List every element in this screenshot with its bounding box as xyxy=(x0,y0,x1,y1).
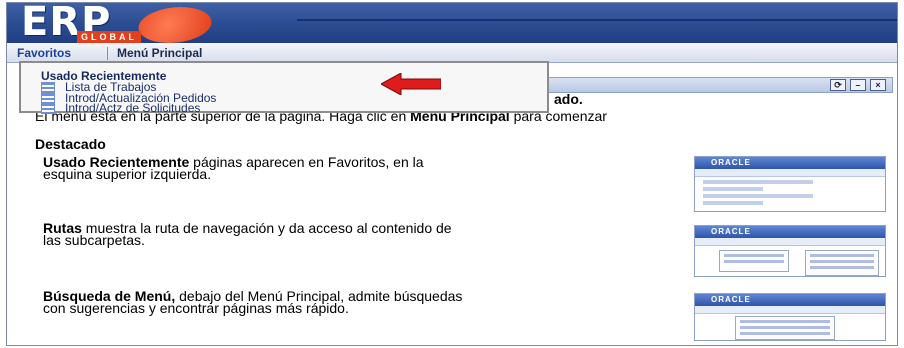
logo-swoosh xyxy=(133,7,217,43)
main-menu-label: Menú Principal xyxy=(117,46,203,60)
close-icon[interactable]: × xyxy=(870,79,886,91)
thumbnail-line xyxy=(703,180,813,184)
thumbnail-menu-bar xyxy=(695,306,885,314)
feature-menu-search: Búsqueda de Menú, debajo del Menú Princi… xyxy=(43,289,473,315)
thumbnail-line xyxy=(703,187,763,191)
featured-heading: Destacado xyxy=(35,136,106,152)
menu-separator xyxy=(107,47,108,60)
thumbnail-line xyxy=(740,320,830,323)
thumbnail-brand: ORACLE xyxy=(695,294,885,306)
header-divider xyxy=(297,19,897,21)
thumbnail-popup xyxy=(735,316,835,340)
feature-description: muestra la ruta de navegación y da acces… xyxy=(43,220,452,248)
thumbnail-line xyxy=(740,332,830,335)
thumbnail-line xyxy=(810,266,874,269)
favorite-item-label: Introd/Actz de Solicitudes xyxy=(65,101,201,115)
thumbnail-line xyxy=(724,260,784,263)
erp-global-logo[interactable]: ERP GLOBAL xyxy=(21,3,217,45)
favorite-item-requisitions[interactable]: Introd/Actz de Solicitudes xyxy=(41,101,200,115)
thumbnail-popup xyxy=(719,250,789,272)
thumbnail-popup xyxy=(805,250,879,276)
pagelet-controls: ⟳ – × xyxy=(830,79,886,91)
thumbnail-line xyxy=(703,194,813,198)
feature-recently-used: Usado Recientemente páginas aparecen en … xyxy=(43,155,473,181)
document-icon xyxy=(41,102,55,114)
welcome-heading: ado. xyxy=(554,91,583,107)
menu-bar: Favoritos Menú Principal xyxy=(7,43,897,65)
thumbnail-brand: ORACLE xyxy=(695,157,885,169)
minimize-icon[interactable]: – xyxy=(850,79,866,91)
thumbnail-menu-search: ORACLE xyxy=(694,293,886,341)
app-header: ERP GLOBAL xyxy=(7,3,897,45)
thumbnail-brand: ORACLE xyxy=(695,226,885,238)
red-arrow-icon xyxy=(381,73,441,95)
thumbnail-line xyxy=(740,326,830,329)
logo-subtext: GLOBAL xyxy=(77,31,141,43)
favorites-dropdown: Usado Recientemente Lista de Trabajos In… xyxy=(19,61,549,115)
refresh-icon[interactable]: ⟳ xyxy=(830,79,846,91)
thumbnail-recently-used: ORACLE xyxy=(694,156,886,212)
thumbnail-line xyxy=(810,254,874,257)
app-window: ERP GLOBAL Favoritos Menú Principal ⟳ – … xyxy=(6,2,898,346)
thumbnail-breadcrumbs: ORACLE xyxy=(694,225,886,277)
thumbnail-line xyxy=(703,201,763,205)
thumbnail-menu-bar xyxy=(695,238,885,246)
thumbnail-line xyxy=(810,260,874,263)
thumbnail-line xyxy=(724,254,784,257)
feature-breadcrumbs: Rutas muestra la ruta de navegación y da… xyxy=(43,220,473,248)
favorites-menu-label: Favoritos xyxy=(17,46,72,60)
thumbnail-menu-bar xyxy=(695,169,885,177)
